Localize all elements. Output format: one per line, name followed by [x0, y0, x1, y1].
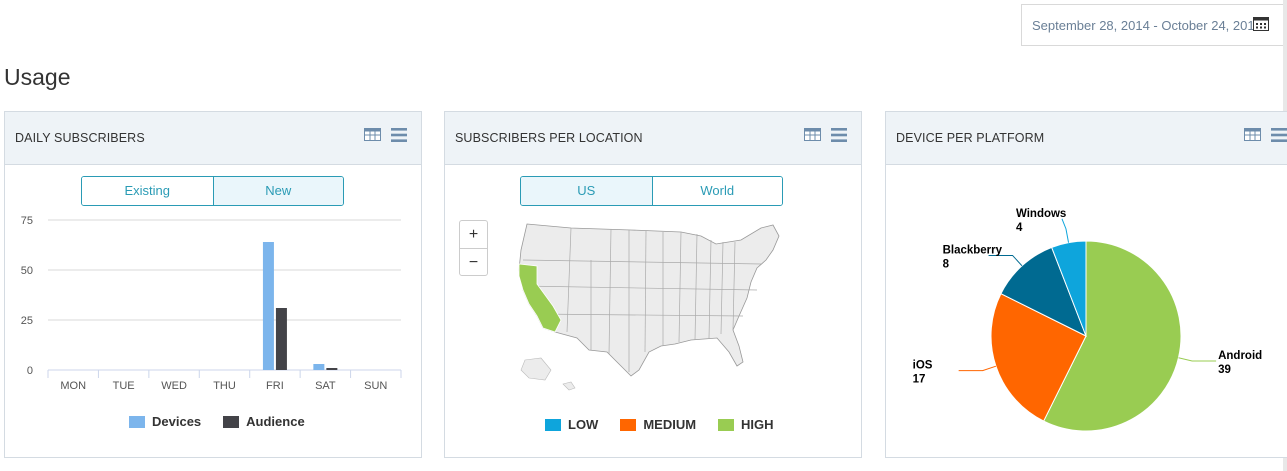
zoom-in-button[interactable]: + — [460, 221, 487, 248]
device-per-platform-panel: DEVICE PER PLATFORM Android 39 iOS 17 Blackb… — [885, 111, 1287, 458]
pie-label: Blackberry — [943, 244, 1003, 256]
pie-value-label: 4 — [1016, 222, 1023, 234]
legend-swatch — [129, 415, 145, 428]
tab-existing[interactable]: Existing — [82, 177, 213, 205]
panel-title: SUBSCRIBERS PER LOCATION — [455, 131, 643, 145]
legend-item-high[interactable]: HIGH — [718, 417, 774, 432]
panel-title: DEVICE PER PLATFORM — [896, 131, 1045, 145]
x-tick-label: WED — [161, 380, 187, 392]
legend-item-devices[interactable]: Devices — [129, 414, 201, 429]
x-tick-label: FRI — [266, 380, 284, 392]
map-hawaii — [562, 381, 576, 391]
legend-label: LOW — [568, 417, 599, 432]
menu-icon[interactable] — [830, 127, 848, 143]
table-icon[interactable] — [364, 127, 382, 143]
legend-item-audience[interactable]: Audience — [223, 414, 305, 429]
x-tick-label: TUE — [113, 380, 135, 392]
x-tick-label: SAT — [315, 380, 336, 392]
map-land — [518, 223, 780, 377]
panel-title: DAILY SUBSCRIBERS — [15, 131, 145, 145]
legend-swatch — [545, 418, 561, 431]
panel-tools — [1244, 127, 1287, 143]
subscriber-type-toggle: Existing New — [81, 176, 344, 206]
map-legend: LOW MEDIUM HIGH — [545, 417, 774, 432]
panel-header: DEVICE PER PLATFORM — [886, 112, 1287, 165]
tab-world[interactable]: World — [651, 177, 782, 205]
pie-connector — [958, 365, 997, 372]
y-tick-label: 75 — [21, 215, 33, 227]
bar-devices-fri[interactable] — [262, 242, 274, 370]
pie-connector — [1178, 357, 1217, 362]
pie-label: Android — [1218, 350, 1262, 362]
y-tick-label: 50 — [21, 265, 33, 277]
map-zoom-controls: + − — [459, 220, 488, 276]
date-range-text: September 28, 2014 - October 24, 2015 — [1032, 17, 1262, 33]
tab-new[interactable]: New — [212, 177, 343, 205]
x-tick-label: SUN — [364, 380, 387, 392]
pie-connector — [1061, 218, 1070, 243]
subscribers-per-location-panel: SUBSCRIBERS PER LOCATION US World + − LO… — [444, 111, 862, 458]
menu-icon[interactable] — [390, 127, 408, 143]
legend-item-medium[interactable]: MEDIUM — [620, 417, 696, 432]
y-tick-label: 0 — [27, 365, 33, 377]
bar-audience-fri[interactable] — [275, 308, 287, 370]
zoom-out-button[interactable]: − — [460, 248, 487, 276]
x-tick-label: MON — [60, 380, 86, 392]
panel-tools — [804, 127, 848, 143]
platform-pie-chart: Android 39 iOS 17 Blackberry 8 Windows 4 — [913, 208, 1262, 432]
daily-subscribers-panel: DAILY SUBSCRIBERS Existing New 0 25 50 75 MO… — [4, 111, 422, 458]
menu-icon[interactable] — [1270, 127, 1287, 143]
pie-value-label: 8 — [943, 258, 950, 270]
panel-tools — [364, 127, 408, 143]
map-alaska — [520, 357, 552, 381]
legend-swatch — [718, 418, 735, 431]
pie-label: iOS — [913, 360, 933, 372]
legend-label: Audience — [246, 414, 305, 429]
bar-devices-sat[interactable] — [313, 364, 325, 370]
y-tick-label: 25 — [21, 315, 33, 327]
legend-label: MEDIUM — [643, 417, 697, 432]
pie-value-label: 17 — [913, 374, 926, 386]
table-icon[interactable] — [1244, 127, 1262, 143]
us-map[interactable] — [511, 220, 811, 400]
tab-us[interactable]: US — [521, 177, 652, 205]
legend-swatch — [223, 415, 240, 428]
table-icon[interactable] — [804, 127, 822, 143]
date-range-picker[interactable]: September 28, 2014 - October 24, 2015 — [1021, 4, 1287, 46]
pie-value-label: 39 — [1218, 364, 1231, 376]
legend-label: HIGH — [741, 417, 774, 432]
x-tick-label: THU — [213, 380, 236, 392]
pie-connector — [988, 254, 1023, 267]
bar-audience-sat[interactable] — [326, 368, 338, 370]
page-title: Usage — [4, 64, 71, 90]
calendar-icon[interactable] — [1253, 16, 1269, 31]
chart-legend: Devices Audience — [129, 414, 305, 429]
panel-header: DAILY SUBSCRIBERS — [5, 112, 421, 165]
pie-label: Windows — [1016, 208, 1066, 220]
daily-subscribers-chart: 0 25 50 75 MON TUE WED THU FRI SAT SUN — [21, 215, 402, 392]
legend-swatch — [620, 418, 637, 431]
legend-item-low[interactable]: LOW — [545, 417, 598, 432]
panel-header: SUBSCRIBERS PER LOCATION — [445, 112, 861, 165]
region-toggle: US World — [520, 176, 783, 206]
legend-label: Devices — [152, 414, 202, 429]
